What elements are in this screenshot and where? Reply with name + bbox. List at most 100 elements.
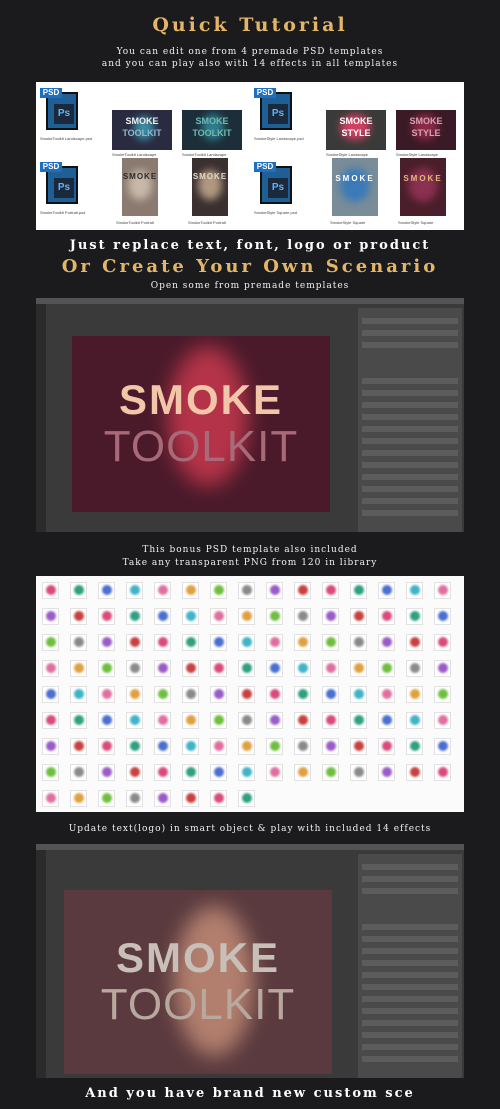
bonus-line-2: Take any transparent PNG from 120 in lib… — [122, 558, 378, 568]
smoke-png-thumb — [378, 582, 395, 599]
png-library-grid — [36, 576, 464, 812]
smoke-png-thumb — [322, 738, 339, 755]
smoke-png-thumb — [42, 712, 59, 729]
smoke-png-thumb — [70, 790, 87, 807]
template-thumb: SMOKE — [192, 158, 228, 216]
smoke-png-thumb — [70, 738, 87, 755]
layers-panel — [358, 308, 462, 532]
smoke-png-thumb — [210, 738, 227, 755]
smoke-png-thumb — [42, 582, 59, 599]
smoke-png-thumb — [42, 660, 59, 677]
smoke-png-thumb — [322, 686, 339, 703]
smoke-png-thumb — [350, 764, 367, 781]
smoke-png-thumb — [294, 738, 311, 755]
smoke-png-thumb — [126, 582, 143, 599]
update-line: Update text(logo) in smart object & play… — [68, 824, 432, 834]
smoke-png-thumb — [238, 582, 255, 599]
smoke-png-thumb — [266, 712, 283, 729]
smoke-png-thumb — [266, 582, 283, 599]
smoke-png-thumb — [98, 790, 115, 807]
smoke-png-thumb — [182, 608, 199, 625]
smoke-png-thumb — [210, 790, 227, 807]
smoke-png-thumb — [378, 738, 395, 755]
psd-file-icon: PSD Ps — [254, 88, 294, 132]
smoke-png-thumb — [70, 582, 87, 599]
smoke-png-thumb — [238, 790, 255, 807]
smoke-png-thumb — [434, 608, 451, 625]
smoke-png-thumb — [126, 686, 143, 703]
smoke-png-thumb — [238, 686, 255, 703]
smoke-png-thumb — [294, 608, 311, 625]
smoke-png-thumb — [182, 790, 199, 807]
smoke-png-thumb — [42, 790, 59, 807]
template-thumb: SMOKE — [332, 158, 378, 216]
smoke-png-thumb — [266, 608, 283, 625]
canvas: SMOKE TOOLKIT — [64, 890, 332, 1074]
smoke-png-thumb — [42, 608, 59, 625]
smoke-png-thumb — [294, 660, 311, 677]
smoke-png-thumb — [98, 608, 115, 625]
footer-line: And you have brand new custom sce — [85, 1086, 415, 1101]
psd-file-icon: PSD Ps — [254, 162, 294, 206]
smoke-png-thumb — [98, 660, 115, 677]
smoke-png-thumb — [154, 608, 171, 625]
smoke-png-thumb — [98, 738, 115, 755]
smoke-png-thumb — [182, 660, 199, 677]
smoke-png-thumb — [70, 660, 87, 677]
file-name: SmokeStyle Square — [398, 220, 434, 225]
smoke-png-thumb — [406, 608, 423, 625]
file-name: SmokeStyle Square.psd — [254, 210, 297, 215]
smoke-png-thumb — [210, 686, 227, 703]
section-heading-replace: Just replace text, font, logo or product — [69, 238, 431, 253]
smoke-png-thumb — [210, 582, 227, 599]
intro-line-1: You can edit one from 4 premade PSD temp… — [116, 47, 384, 57]
smoke-png-thumb — [266, 660, 283, 677]
smoke-png-thumb — [210, 660, 227, 677]
smoke-png-thumb — [182, 686, 199, 703]
psd-file-icon: PSD Ps — [40, 162, 80, 206]
file-name: SmokeToolkit Portrait — [116, 220, 154, 225]
smoke-png-thumb — [266, 686, 283, 703]
section-title-create: Or Create Your Own Scenario — [61, 256, 439, 277]
template-thumb: SMOKE STYLE — [396, 110, 456, 150]
canvas-text-bottom: TOOLKIT — [100, 980, 296, 1029]
smoke-png-thumb — [350, 582, 367, 599]
smoke-png-thumb — [266, 634, 283, 651]
smoke-png-thumb — [406, 582, 423, 599]
smoke-png-thumb — [434, 634, 451, 651]
smoke-png-thumb — [98, 686, 115, 703]
smoke-png-thumb — [182, 764, 199, 781]
file-name: SmokeToolkit Landscape.psd — [40, 136, 93, 141]
template-thumb: SMOKE TOOLKIT — [112, 110, 172, 150]
smoke-png-thumb — [434, 582, 451, 599]
smoke-png-thumb — [154, 660, 171, 677]
smoke-png-thumb — [42, 738, 59, 755]
tools-panel — [36, 304, 46, 532]
smoke-png-thumb — [266, 764, 283, 781]
canvas-text-top: SMOKE — [115, 934, 280, 981]
smoke-png-thumb — [126, 712, 143, 729]
smoke-png-thumb — [98, 764, 115, 781]
smoke-png-thumb — [294, 712, 311, 729]
canvas-text-bottom: TOOLKIT — [103, 422, 299, 471]
smoke-png-thumb — [406, 764, 423, 781]
canvas: SMOKE TOOLKIT — [72, 336, 330, 512]
smoke-png-thumb — [238, 634, 255, 651]
smoke-png-thumb — [322, 634, 339, 651]
smoke-png-thumb — [350, 608, 367, 625]
smoke-png-thumb — [350, 634, 367, 651]
tools-panel — [36, 850, 46, 1078]
smoke-png-thumb — [294, 634, 311, 651]
smoke-png-thumb — [70, 608, 87, 625]
smoke-png-thumb — [434, 738, 451, 755]
smoke-png-thumb — [378, 764, 395, 781]
bonus-line-1: This bonus PSD template also included — [142, 545, 358, 555]
smoke-png-thumb — [210, 764, 227, 781]
smoke-png-thumb — [126, 764, 143, 781]
smoke-png-thumb — [350, 660, 367, 677]
template-thumb: SMOKE — [122, 158, 158, 216]
smoke-png-thumb — [378, 686, 395, 703]
smoke-png-thumb — [42, 764, 59, 781]
smoke-png-thumb — [70, 712, 87, 729]
smoke-png-thumb — [154, 686, 171, 703]
